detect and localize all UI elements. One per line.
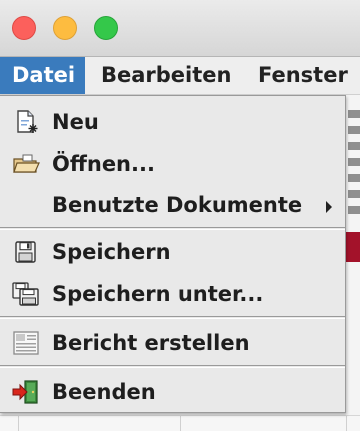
menu-item-label: Öffnen... (52, 152, 155, 176)
background-list-line (348, 158, 360, 166)
background-list-line (348, 126, 360, 134)
menu-item-label: Bericht erstellen (52, 331, 250, 355)
background-list-line (348, 206, 360, 214)
menu-separator (0, 365, 345, 368)
menu-item-oeffnen[interactable]: Öffnen... (0, 144, 345, 184)
menu-item-label: Beenden (52, 380, 156, 404)
menu-item-bericht-erstellen[interactable]: Bericht erstellen (0, 323, 345, 363)
menu-separator (0, 227, 345, 230)
datei-dropdown-menu: Neu Öffnen... Benutzte Dokumente Speiche… (0, 95, 346, 413)
floppy-disk-icon (12, 240, 40, 264)
menu-item-neu[interactable]: Neu (0, 102, 345, 142)
minimize-window-button[interactable] (53, 16, 77, 40)
close-window-button[interactable] (12, 16, 36, 40)
open-folder-icon (12, 152, 40, 176)
new-document-icon (12, 110, 40, 134)
background-list-line (348, 142, 360, 150)
menu-fenster[interactable]: Fenster (258, 57, 348, 94)
background-list-line (348, 110, 360, 118)
menu-item-speichern[interactable]: Speichern (0, 232, 345, 272)
background-status-strip (0, 415, 360, 431)
menu-separator (0, 316, 345, 319)
menu-item-beenden[interactable]: Beenden (0, 372, 345, 412)
menu-item-label: Speichern (52, 240, 171, 264)
background-list-line (348, 190, 360, 198)
exit-door-icon (12, 380, 40, 404)
menu-datei[interactable]: Datei (0, 57, 85, 94)
menu-item-speichern-unter[interactable]: Speichern unter... (0, 274, 345, 314)
save-as-icon (12, 282, 40, 306)
background-selected-row (346, 232, 360, 262)
menu-item-label: Speichern unter... (52, 282, 264, 306)
menu-bearbeiten[interactable]: Bearbeiten (101, 57, 231, 94)
menu-bar: Datei Bearbeiten Fenster (0, 57, 360, 95)
menu-item-label: Neu (52, 110, 99, 134)
menu-item-benutzte-dokumente[interactable]: Benutzte Dokumente (0, 185, 345, 225)
report-icon (12, 331, 40, 355)
menu-item-label: Benutzte Dokumente (52, 193, 303, 217)
window-titlebar (0, 0, 360, 57)
zoom-window-button[interactable] (94, 16, 118, 40)
background-list-line (348, 174, 360, 182)
submenu-arrow-icon (326, 201, 332, 213)
